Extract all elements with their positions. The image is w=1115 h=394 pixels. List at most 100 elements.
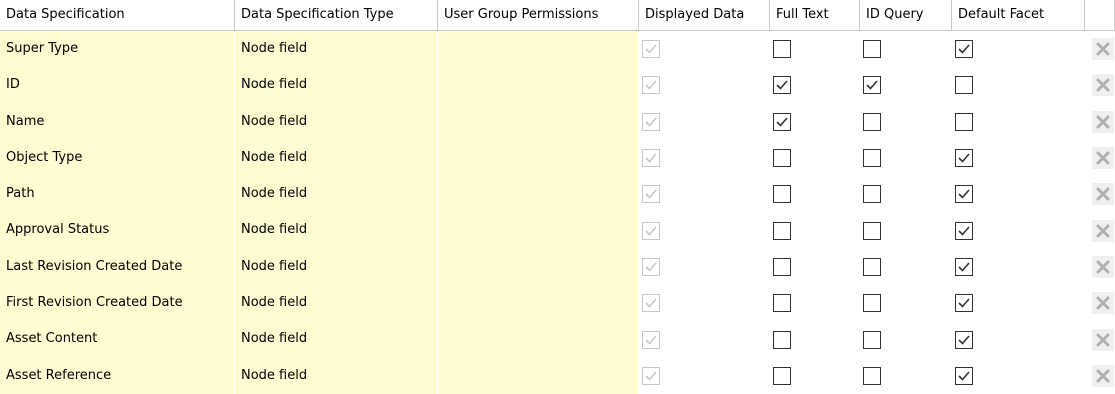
col-header-data-specification-type[interactable]: Data Specification Type [235,0,438,30]
default-facet-checkbox[interactable] [955,221,973,240]
id-query-checkbox[interactable] [863,76,881,95]
default-facet-checkbox[interactable] [955,257,973,276]
displayed-data-cell [639,212,770,249]
data-specification-type-cell[interactable]: Node field [235,321,438,358]
data-specification-type-cell[interactable]: Node field [235,31,438,68]
user-group-permissions-cell[interactable] [438,31,639,68]
id-query-cell [860,139,952,177]
data-specification-cell[interactable]: Super Type [0,31,235,68]
col-header-default-facet[interactable]: Default Facet [952,0,1085,30]
data-specification-type-cell[interactable]: Node field [235,67,438,104]
id-query-checkbox[interactable] [863,185,881,204]
table-row[interactable]: Super Type Node field [0,31,1115,68]
full-text-checkbox[interactable] [773,40,791,59]
data-specification-cell[interactable]: Approval Status [0,212,235,249]
id-query-checkbox[interactable] [863,112,881,131]
col-header-user-group-permissions[interactable]: User Group Permissions [438,0,639,30]
user-group-permissions-cell[interactable] [438,176,639,213]
col-header-data-specification[interactable]: Data Specification [0,0,235,30]
default-facet-checkbox[interactable] [955,330,973,349]
table-row[interactable]: Asset Content Node field [0,321,1115,358]
delete-row-button[interactable] [1085,31,1115,68]
full-text-checkbox[interactable] [773,112,791,131]
default-facet-checkbox[interactable] [955,76,973,95]
data-specification-cell[interactable]: ID [0,67,235,104]
data-specification-type-cell[interactable]: Node field [235,248,438,286]
default-facet-checkbox[interactable] [955,40,973,59]
data-specification-cell[interactable]: Object Type [0,139,235,177]
id-query-checkbox[interactable] [863,330,881,349]
col-header-id-query[interactable]: ID Query [860,0,952,30]
data-specification-cell[interactable]: First Revision Created Date [0,285,235,322]
default-facet-cell [952,31,1085,68]
user-group-permissions-cell[interactable] [438,248,639,286]
checkmark-icon [645,80,657,91]
delete-row-button[interactable] [1085,285,1115,322]
delete-row-button[interactable] [1085,248,1115,286]
table-row[interactable]: Path Node field [0,176,1115,213]
close-x-icon [1091,74,1114,97]
displayed-data-checkbox [642,294,660,313]
table-row[interactable]: Asset Reference Node field [0,357,1115,394]
data-specification-cell[interactable]: Name [0,103,235,140]
delete-row-button[interactable] [1085,67,1115,104]
table-row[interactable]: Name Node field [0,103,1115,140]
col-header-displayed-data[interactable]: Displayed Data [639,0,770,30]
data-specification-type-cell[interactable]: Node field [235,176,438,213]
user-group-permissions-cell[interactable] [438,321,639,358]
data-specification-type-cell[interactable]: Node field [235,139,438,177]
data-specification-type-cell[interactable]: Node field [235,103,438,140]
full-text-checkbox[interactable] [773,76,791,95]
id-query-checkbox[interactable] [863,149,881,168]
data-specification-cell[interactable]: Asset Reference [0,357,235,394]
full-text-checkbox[interactable] [773,330,791,349]
default-facet-checkbox[interactable] [955,366,973,385]
user-group-permissions-cell[interactable] [438,103,639,140]
full-text-checkbox[interactable] [773,294,791,313]
data-specification-cell[interactable]: Asset Content [0,321,235,358]
table-row[interactable]: Last Revision Created Date Node field [0,248,1115,286]
id-query-checkbox[interactable] [863,257,881,276]
id-query-checkbox[interactable] [863,366,881,385]
id-query-checkbox[interactable] [863,221,881,240]
default-facet-checkbox[interactable] [955,149,973,168]
data-specification-cell[interactable]: Path [0,176,235,213]
id-query-checkbox[interactable] [863,294,881,313]
table-row[interactable]: Object Type Node field [0,139,1115,177]
full-text-cell [770,67,860,104]
checkmark-icon [645,226,657,236]
user-group-permissions-cell[interactable] [438,357,639,394]
full-text-checkbox[interactable] [773,185,791,204]
delete-row-button[interactable] [1085,139,1115,177]
close-x-icon [1091,38,1114,61]
full-text-checkbox[interactable] [773,149,791,168]
full-text-checkbox[interactable] [773,257,791,276]
checkmark-icon [645,371,657,381]
delete-row-button[interactable] [1085,103,1115,140]
delete-row-button[interactable] [1085,176,1115,213]
user-group-permissions-cell[interactable] [438,139,639,177]
full-text-checkbox[interactable] [773,366,791,385]
full-text-checkbox[interactable] [773,221,791,240]
table-row[interactable]: Approval Status Node field [0,212,1115,249]
delete-row-button[interactable] [1085,321,1115,358]
data-specification-type-cell[interactable]: Node field [235,212,438,249]
col-header-full-text[interactable]: Full Text [770,0,860,30]
default-facet-checkbox[interactable] [955,294,973,313]
user-group-permissions-cell[interactable] [438,285,639,322]
full-text-cell [770,31,860,68]
table-row[interactable]: ID Node field [0,67,1115,104]
data-specification-type-cell[interactable]: Node field [235,357,438,394]
full-text-cell [770,321,860,358]
user-group-permissions-cell[interactable] [438,67,639,104]
delete-row-button[interactable] [1085,212,1115,249]
data-specification-cell[interactable]: Last Revision Created Date [0,248,235,286]
default-facet-checkbox[interactable] [955,185,973,204]
default-facet-checkbox[interactable] [955,112,973,131]
table-row[interactable]: First Revision Created Date Node field [0,285,1115,322]
data-specification-type-cell[interactable]: Node field [235,285,438,322]
id-query-checkbox[interactable] [863,40,881,59]
delete-row-button[interactable] [1085,357,1115,394]
id-query-cell [860,31,952,68]
user-group-permissions-cell[interactable] [438,212,639,249]
